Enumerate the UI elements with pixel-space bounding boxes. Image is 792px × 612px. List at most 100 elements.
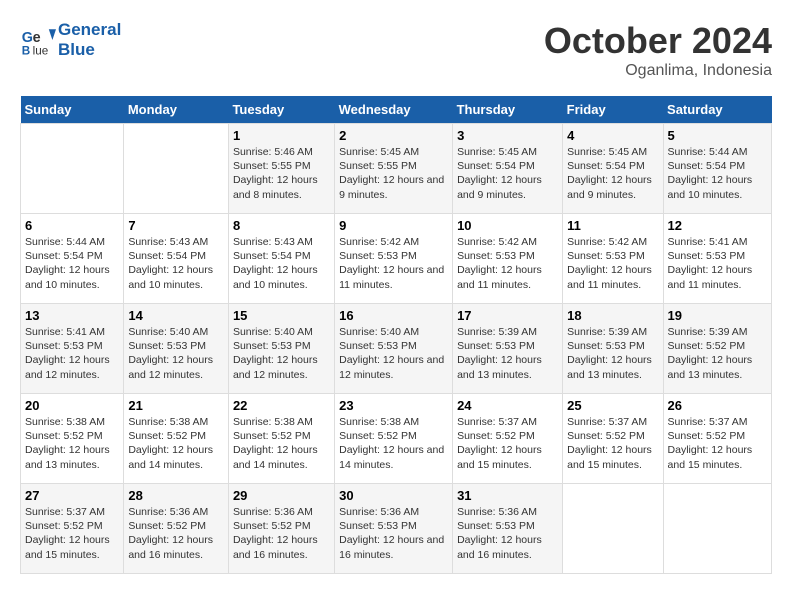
day-number: 14 — [128, 308, 224, 323]
calendar-cell: 19 Sunrise: 5:39 AMSunset: 5:52 PMDayligh… — [663, 304, 771, 394]
day-number: 27 — [25, 488, 119, 503]
daylight-text: Daylight: 12 hours and 12 minutes. — [25, 353, 119, 381]
day-info: Sunrise: 5:38 AMSunset: 5:52 PMDaylight:… — [128, 415, 224, 472]
day-number: 4 — [567, 128, 658, 143]
daylight-text: Daylight: 12 hours and 11 minutes. — [668, 263, 767, 291]
sunset-text: Sunset: 5:52 PM — [339, 429, 448, 443]
sunset-text: Sunset: 5:55 PM — [233, 159, 330, 173]
calendar-cell: 2Sunrise: 5:45 AMSunset: 5:55 PMDaylight… — [335, 124, 453, 214]
daylight-text: Daylight: 12 hours and 15 minutes. — [567, 443, 658, 471]
sunset-text: Sunset: 5:54 PM — [128, 249, 224, 263]
day-number: 3 — [457, 128, 558, 143]
day-info: Sunrise: 5:36 AMSunset: 5:53 PMDaylight:… — [457, 505, 558, 562]
calendar-cell: 3 Sunrise: 5:45 AMSunset: 5:54 PMDaylight… — [453, 124, 563, 214]
daylight-text: Daylight: 12 hours and 15 minutes. — [25, 533, 119, 561]
daylight-text: Daylight: 12 hours and 10 minutes. — [668, 173, 767, 201]
calendar-cell: 9 Sunrise: 5:42 AMSunset: 5:53 PMDaylight… — [335, 214, 453, 304]
sunset-text: Sunset: 5:52 PM — [668, 339, 767, 353]
sunset-text: Sunset: 5:53 PM — [339, 249, 448, 263]
day-info: Sunrise: 5:44 AMSunset: 5:54 PMDaylight:… — [25, 235, 119, 292]
daylight-text: Daylight: 12 hours and 11 minutes. — [457, 263, 558, 291]
calendar-week-2: 6Sunrise: 5:44 AMSunset: 5:54 PMDaylight… — [21, 214, 772, 304]
calendar-cell: 21Sunrise: 5:38 AMSunset: 5:52 PMDayligh… — [124, 394, 229, 484]
day-info: Sunrise: 5:43 AMSunset: 5:54 PMDaylight:… — [128, 235, 224, 292]
daylight-text: Daylight: 12 hours and 13 minutes. — [668, 353, 767, 381]
day-number: 16 — [339, 308, 448, 323]
daylight-text: Daylight: 12 hours and 16 minutes. — [233, 533, 330, 561]
day-info: Sunrise: 5:39 AMSunset: 5:53 PMDaylight:… — [457, 325, 558, 382]
col-header-sunday: Sunday — [21, 96, 124, 124]
sunrise-text: Sunrise: 5:38 AM — [233, 415, 330, 429]
daylight-text: Daylight: 12 hours and 12 minutes. — [339, 353, 448, 381]
svg-text:G: G — [22, 30, 33, 46]
daylight-text: Daylight: 12 hours and 13 minutes. — [457, 353, 558, 381]
sunset-text: Sunset: 5:52 PM — [25, 429, 119, 443]
sunset-text: Sunset: 5:53 PM — [668, 249, 767, 263]
day-number: 7 — [128, 218, 224, 233]
sunrise-text: Sunrise: 5:42 AM — [457, 235, 558, 249]
day-info: Sunrise: 5:45 AMSunset: 5:55 PMDaylight:… — [339, 145, 448, 202]
calendar-week-1: 1Sunrise: 5:46 AMSunset: 5:55 PMDaylight… — [21, 124, 772, 214]
day-info: Sunrise: 5:37 AMSunset: 5:52 PMDaylight:… — [567, 415, 658, 472]
sunrise-text: Sunrise: 5:36 AM — [339, 505, 448, 519]
day-number: 26 — [668, 398, 767, 413]
calendar-week-5: 27 Sunrise: 5:37 AMSunset: 5:52 PMDayligh… — [21, 484, 772, 574]
day-info: Sunrise: 5:37 AMSunset: 5:52 PMDaylight:… — [25, 505, 119, 562]
sunrise-text: Sunrise: 5:37 AM — [668, 415, 767, 429]
sunset-text: Sunset: 5:54 PM — [457, 159, 558, 173]
calendar-cell — [563, 484, 663, 574]
day-number: 18 — [567, 308, 658, 323]
sunset-text: Sunset: 5:53 PM — [128, 339, 224, 353]
day-number: 23 — [339, 398, 448, 413]
daylight-text: Daylight: 12 hours and 14 minutes. — [128, 443, 224, 471]
day-info: Sunrise: 5:40 AMSunset: 5:53 PMDaylight:… — [339, 325, 448, 382]
day-number: 19 — [668, 308, 767, 323]
sunrise-text: Sunrise: 5:45 AM — [457, 145, 558, 159]
daylight-text: Daylight: 12 hours and 8 minutes. — [233, 173, 330, 201]
daylight-text: Daylight: 12 hours and 13 minutes. — [25, 443, 119, 471]
sunset-text: Sunset: 5:53 PM — [457, 249, 558, 263]
daylight-text: Daylight: 12 hours and 16 minutes. — [128, 533, 224, 561]
sunrise-text: Sunrise: 5:37 AM — [457, 415, 558, 429]
day-info: Sunrise: 5:44 AMSunset: 5:54 PMDaylight:… — [668, 145, 767, 202]
page-header: G e B lue General Blue October 2024 Ogan… — [20, 20, 772, 80]
calendar-cell: 4Sunrise: 5:45 AMSunset: 5:54 PMDaylight… — [563, 124, 663, 214]
sunset-text: Sunset: 5:53 PM — [25, 339, 119, 353]
sunset-text: Sunset: 5:52 PM — [457, 429, 558, 443]
day-info: Sunrise: 5:37 AMSunset: 5:52 PMDaylight:… — [668, 415, 767, 472]
calendar-cell: 1Sunrise: 5:46 AMSunset: 5:55 PMDaylight… — [228, 124, 334, 214]
daylight-text: Daylight: 12 hours and 14 minutes. — [339, 443, 448, 471]
daylight-text: Daylight: 12 hours and 13 minutes. — [567, 353, 658, 381]
sunrise-text: Sunrise: 5:45 AM — [339, 145, 448, 159]
sunrise-text: Sunrise: 5:38 AM — [339, 415, 448, 429]
sunrise-text: Sunrise: 5:42 AM — [339, 235, 448, 249]
day-info: Sunrise: 5:37 AMSunset: 5:52 PMDaylight:… — [457, 415, 558, 472]
daylight-text: Daylight: 12 hours and 16 minutes. — [339, 533, 448, 561]
sunrise-text: Sunrise: 5:39 AM — [668, 325, 767, 339]
day-number: 28 — [128, 488, 224, 503]
sunset-text: Sunset: 5:53 PM — [457, 519, 558, 533]
title-block: October 2024 Oganlima, Indonesia — [544, 20, 772, 80]
sunset-text: Sunset: 5:52 PM — [668, 429, 767, 443]
day-number: 25 — [567, 398, 658, 413]
sunset-text: Sunset: 5:53 PM — [339, 519, 448, 533]
calendar-cell: 15Sunrise: 5:40 AMSunset: 5:53 PMDayligh… — [228, 304, 334, 394]
calendar-cell — [21, 124, 124, 214]
day-info: Sunrise: 5:45 AMSunset: 5:54 PMDaylight:… — [457, 145, 558, 202]
daylight-text: Daylight: 12 hours and 9 minutes. — [339, 173, 448, 201]
calendar-cell: 5 Sunrise: 5:44 AMSunset: 5:54 PMDaylight… — [663, 124, 771, 214]
day-info: Sunrise: 5:42 AMSunset: 5:53 PMDaylight:… — [567, 235, 658, 292]
day-number: 5 — [668, 128, 767, 143]
day-info: Sunrise: 5:36 AMSunset: 5:52 PMDaylight:… — [128, 505, 224, 562]
day-number: 10 — [457, 218, 558, 233]
sunrise-text: Sunrise: 5:43 AM — [128, 235, 224, 249]
sunset-text: Sunset: 5:54 PM — [25, 249, 119, 263]
daylight-text: Daylight: 12 hours and 15 minutes. — [457, 443, 558, 471]
calendar-cell: 14Sunrise: 5:40 AMSunset: 5:53 PMDayligh… — [124, 304, 229, 394]
day-info: Sunrise: 5:42 AMSunset: 5:53 PMDaylight:… — [339, 235, 448, 292]
daylight-text: Daylight: 12 hours and 10 minutes. — [25, 263, 119, 291]
svg-text:e: e — [33, 30, 41, 46]
calendar-cell: 18Sunrise: 5:39 AMSunset: 5:53 PMDayligh… — [563, 304, 663, 394]
calendar-cell: 30Sunrise: 5:36 AMSunset: 5:53 PMDayligh… — [335, 484, 453, 574]
day-number: 9 — [339, 218, 448, 233]
